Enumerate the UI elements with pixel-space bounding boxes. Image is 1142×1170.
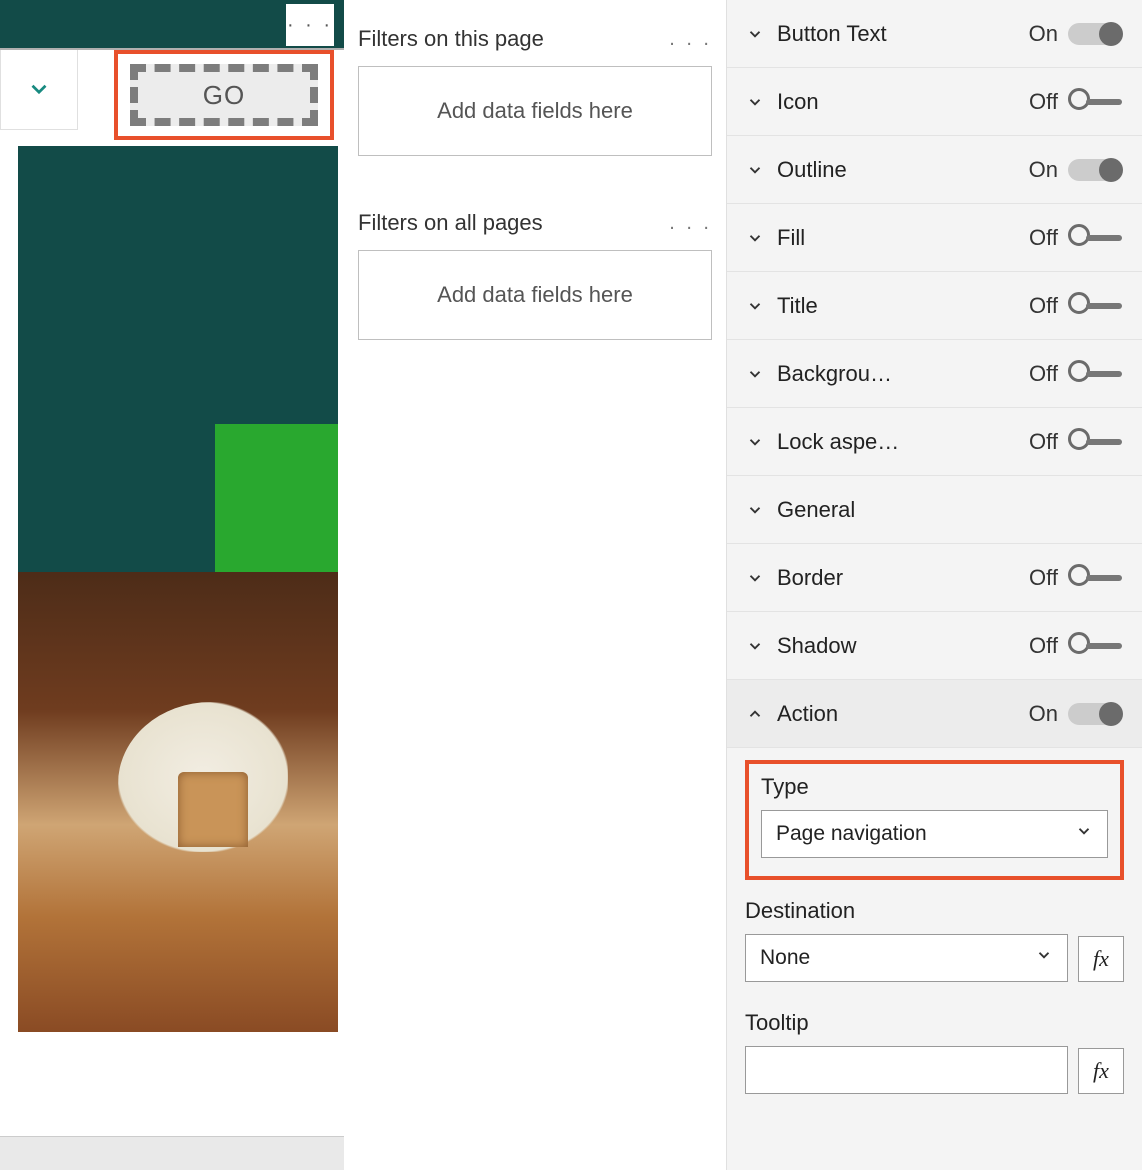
format-row-general[interactable]: General: [727, 476, 1142, 544]
chevron-down-icon: [743, 365, 767, 383]
format-row-shadow[interactable]: ShadowOff: [727, 612, 1142, 680]
format-row-border[interactable]: BorderOff: [727, 544, 1142, 612]
action-destination-select[interactable]: None: [745, 934, 1068, 982]
chevron-down-icon: [743, 229, 767, 247]
visual-more-button[interactable]: · · ·: [286, 4, 334, 46]
rock-tomb: [178, 772, 248, 847]
format-row-state: Off: [1022, 429, 1058, 455]
toggle-switch[interactable]: [1068, 23, 1122, 45]
chevron-down-icon: [1035, 946, 1053, 970]
format-row-state: Off: [1022, 565, 1058, 591]
action-tooltip-label: Tooltip: [745, 1010, 1124, 1036]
action-type-label: Type: [761, 774, 1108, 800]
toggle-switch[interactable]: [1068, 159, 1122, 181]
format-row-label: General: [777, 497, 1122, 523]
format-row-state: Off: [1022, 293, 1058, 319]
format-row-title[interactable]: TitleOff: [727, 272, 1142, 340]
format-row-label: Button Text: [777, 21, 1022, 47]
action-type-value: Page navigation: [776, 822, 927, 846]
format-row-outline[interactable]: OutlineOn: [727, 136, 1142, 204]
canvas-top-bar: · · ·: [0, 0, 344, 50]
format-row-action[interactable]: ActionOn: [727, 680, 1142, 748]
format-row-label: Outline: [777, 157, 1022, 183]
action-type-highlight: Type Page navigation: [745, 760, 1124, 880]
filters-allpages-heading: Filters on all pages: [358, 210, 543, 236]
action-section-body: Type Page navigation Destination None fx…: [727, 748, 1142, 1116]
format-row-label: Border: [777, 565, 1022, 591]
filters-allpages-dropzone[interactable]: Add data fields here: [358, 250, 712, 340]
toggle-switch[interactable]: [1068, 91, 1122, 113]
tooltip-fx-button[interactable]: fx: [1078, 1048, 1124, 1094]
filters-pane: Filters on this page . . . Add data fiel…: [344, 0, 726, 1170]
dropdown-visual[interactable]: [0, 48, 78, 130]
toggle-switch[interactable]: [1068, 431, 1122, 453]
format-row-state: On: [1022, 157, 1058, 183]
format-row-button-text[interactable]: Button TextOn: [727, 0, 1142, 68]
chevron-down-icon: [743, 25, 767, 43]
filters-allpages-more-icon[interactable]: . . .: [669, 212, 712, 235]
format-row-state: Off: [1022, 225, 1058, 251]
format-row-fill[interactable]: FillOff: [727, 204, 1142, 272]
filters-page-more-icon[interactable]: . . .: [669, 28, 712, 51]
destination-fx-button[interactable]: fx: [1078, 936, 1124, 982]
go-button[interactable]: GO: [130, 64, 318, 126]
chevron-down-icon: [743, 501, 767, 519]
report-canvas: · · · GO: [0, 0, 344, 1170]
chevron-down-icon: [1075, 822, 1093, 846]
format-row-label: Action: [777, 701, 1022, 727]
format-row-lock-aspe-[interactable]: Lock aspe…Off: [727, 408, 1142, 476]
chevron-down-icon: [743, 433, 767, 451]
go-button-selection: GO: [114, 50, 334, 140]
format-row-state: On: [1022, 701, 1058, 727]
green-shape: [215, 424, 338, 584]
format-row-label: Title: [777, 293, 1022, 319]
chevron-up-icon: [743, 705, 767, 723]
format-row-backgrou-[interactable]: Backgrou…Off: [727, 340, 1142, 408]
action-destination-value: None: [760, 946, 810, 970]
format-row-label: Fill: [777, 225, 1022, 251]
format-row-state: On: [1022, 21, 1058, 47]
chevron-down-icon: [743, 569, 767, 587]
toggle-switch[interactable]: [1068, 295, 1122, 317]
format-row-state: Off: [1022, 89, 1058, 115]
action-tooltip-input[interactable]: [745, 1046, 1068, 1094]
chevron-down-icon: [743, 297, 767, 315]
filters-page-dropzone[interactable]: Add data fields here: [358, 66, 712, 156]
toggle-switch[interactable]: [1068, 703, 1122, 725]
toggle-switch[interactable]: [1068, 567, 1122, 589]
toggle-switch[interactable]: [1068, 227, 1122, 249]
action-destination-label: Destination: [745, 898, 1124, 924]
chevron-down-icon: [743, 161, 767, 179]
desert-image: [18, 572, 338, 1032]
format-row-label: Lock aspe…: [777, 429, 1022, 455]
format-row-label: Shadow: [777, 633, 1022, 659]
chevron-down-icon: [26, 76, 52, 102]
action-type-select[interactable]: Page navigation: [761, 810, 1108, 858]
page-tabs-bar[interactable]: [0, 1136, 344, 1170]
format-pane: Button TextOnIconOffOutlineOnFillOffTitl…: [726, 0, 1142, 1170]
chevron-down-icon: [743, 93, 767, 111]
format-row-state: Off: [1022, 633, 1058, 659]
format-row-icon[interactable]: IconOff: [727, 68, 1142, 136]
toggle-switch[interactable]: [1068, 363, 1122, 385]
filters-page-heading: Filters on this page: [358, 26, 544, 52]
canvas-image-area[interactable]: [18, 146, 338, 1032]
chevron-down-icon: [743, 637, 767, 655]
format-row-label: Icon: [777, 89, 1022, 115]
format-row-state: Off: [1022, 361, 1058, 387]
format-row-label: Backgrou…: [777, 361, 1022, 387]
toggle-switch[interactable]: [1068, 635, 1122, 657]
